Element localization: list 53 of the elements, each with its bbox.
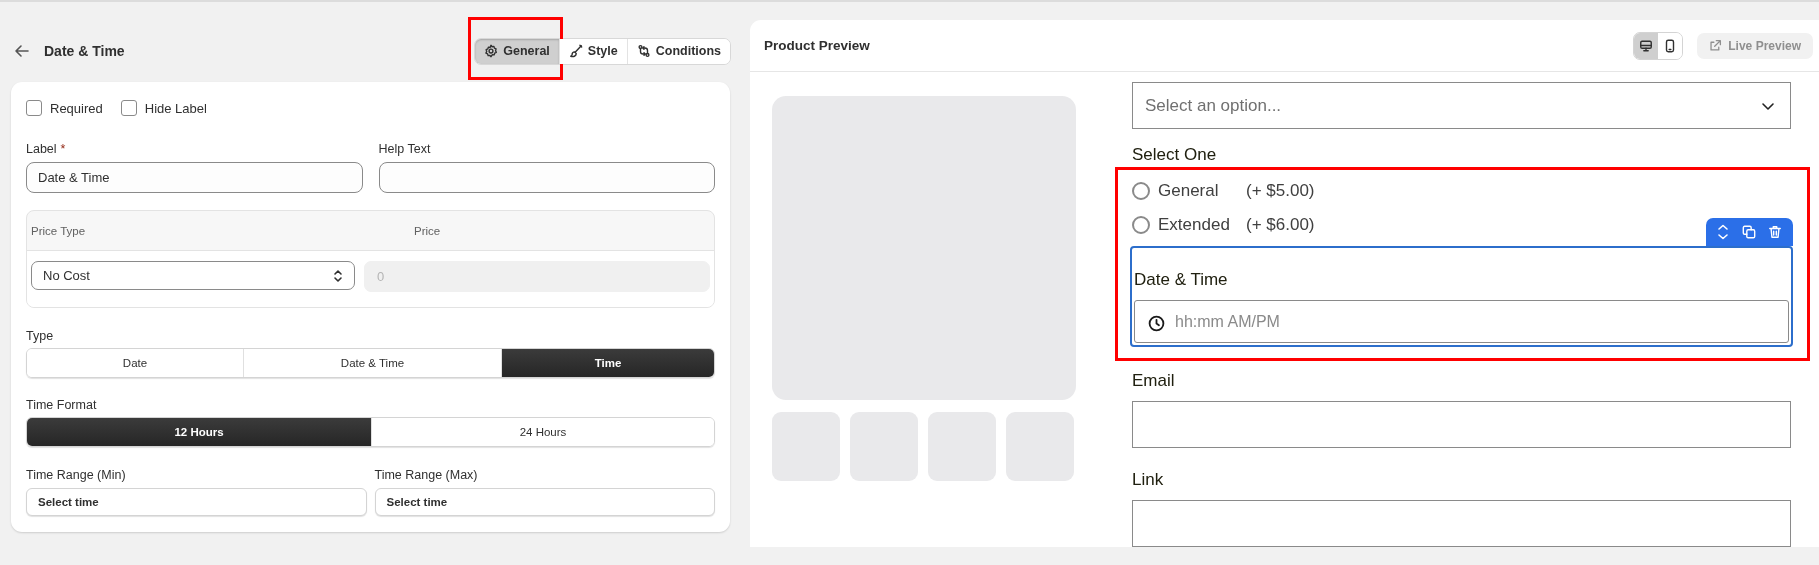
monitor-icon xyxy=(1639,38,1654,53)
panel-title: Product Preview xyxy=(764,38,871,53)
field-label: Type xyxy=(26,329,55,343)
segment-option[interactable]: 12 Hours xyxy=(27,418,371,446)
swap-arrows-icon xyxy=(636,44,651,58)
radio-label: Extended xyxy=(1158,214,1231,235)
tab[interactable]: Conditions xyxy=(626,38,730,64)
text-field[interactable] xyxy=(1132,500,1791,547)
price-label: (+ $5.00) xyxy=(1246,180,1315,201)
field-label: Label xyxy=(26,142,57,156)
brush-icon xyxy=(568,44,583,58)
segment-option[interactable]: Date & Time xyxy=(243,349,501,377)
up-down-chevron-icon xyxy=(1716,224,1730,240)
back-arrow-icon xyxy=(14,43,30,59)
field-label: Link xyxy=(1132,470,1165,490)
field-label: Email xyxy=(1132,371,1176,391)
radio-label: General xyxy=(1158,180,1220,201)
clock-icon xyxy=(1148,315,1165,332)
select-field[interactable]: No Cost xyxy=(31,261,355,290)
checkbox-label: Hide Label xyxy=(144,100,207,116)
radio-button[interactable] xyxy=(1132,215,1150,234)
copy-icon xyxy=(1742,225,1756,239)
column-header: Price Type xyxy=(30,224,87,237)
dropdown-field[interactable]: Select an option... xyxy=(1132,82,1791,129)
checkbox-label: Required xyxy=(50,100,103,116)
price-label: (+ $6.00) xyxy=(1246,214,1315,235)
time-field[interactable]: hh:mm AM/PM xyxy=(1134,300,1789,343)
text-field[interactable] xyxy=(378,162,715,193)
panel-title: Date & Time xyxy=(44,43,126,59)
field-label: Time Format xyxy=(26,398,98,412)
time-picker[interactable]: Select time xyxy=(374,488,715,516)
segment-option[interactable]: 24 Hours xyxy=(371,418,714,446)
up-down-chevron-icon xyxy=(332,268,344,283)
field-label: Date & Time xyxy=(1134,270,1229,290)
checkbox[interactable] xyxy=(120,100,137,116)
radio-button[interactable] xyxy=(1132,181,1150,200)
required-mark: * xyxy=(60,142,66,156)
device-toggle[interactable] xyxy=(1634,32,1659,59)
column-header: Price xyxy=(413,224,441,237)
external-link-icon xyxy=(1709,39,1723,52)
tab[interactable]: General xyxy=(475,38,559,64)
time-picker[interactable]: Select time xyxy=(26,488,367,516)
field-label: Help Text xyxy=(378,142,432,156)
text-field[interactable]: Date & Time xyxy=(26,162,363,193)
segment-option[interactable]: Date xyxy=(27,349,243,377)
gear-icon xyxy=(484,44,499,58)
field-label: Time Range (Min) xyxy=(26,468,127,482)
checkbox[interactable] xyxy=(26,100,42,116)
field-label: Time Range (Max) xyxy=(374,468,479,482)
field-label: Select One xyxy=(1132,145,1218,165)
trash-icon xyxy=(1768,225,1782,239)
text-field[interactable] xyxy=(1132,401,1791,448)
segment-option[interactable]: Time xyxy=(501,349,714,377)
